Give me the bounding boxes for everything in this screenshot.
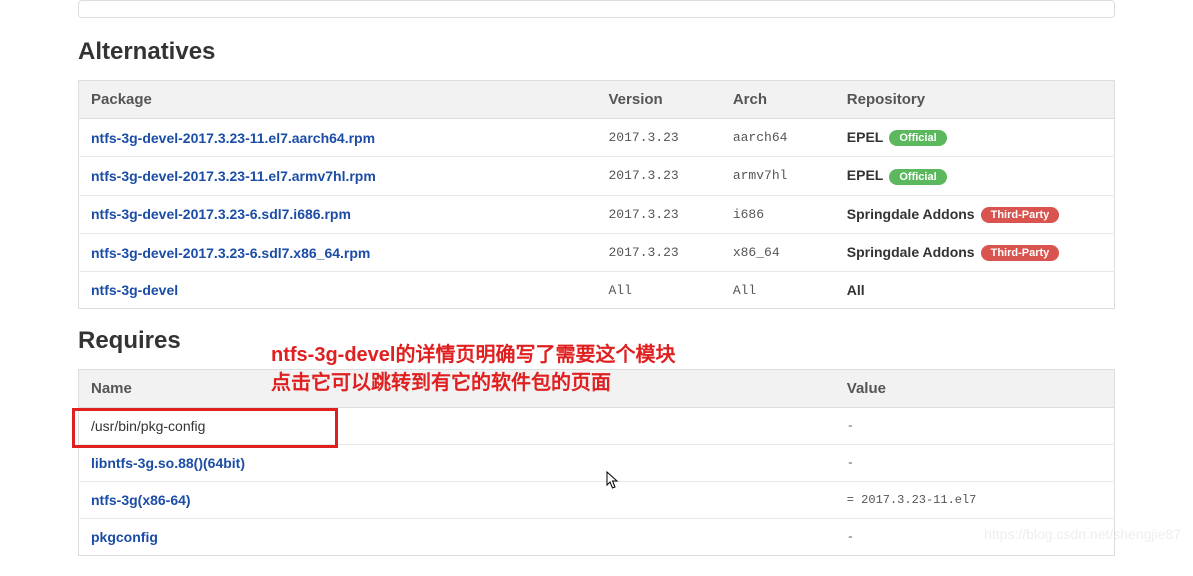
repository-name: Springdale Addons — [847, 206, 975, 222]
package-link[interactable]: ntfs-3g-devel-2017.3.23-6.sdl7.x86_64.rp… — [91, 245, 370, 261]
col-value-header: Value — [835, 370, 1115, 408]
col-version-header: Version — [597, 81, 721, 119]
repository-name: All — [847, 282, 865, 298]
table-row: ntfs-3g-devel-2017.3.23-6.sdl7.i686.rpm 2… — [79, 195, 1115, 233]
requires-table: Name Value /usr/bin/pkg-config-libntfs-3… — [78, 369, 1115, 556]
arch-cell: aarch64 — [721, 119, 835, 157]
table-row: ntfs-3g-devel-2017.3.23-11.el7.aarch64.r… — [79, 119, 1115, 157]
value-cell: - — [835, 408, 1115, 445]
repository-cell: All — [835, 272, 1115, 309]
repository-name: EPEL — [847, 129, 884, 145]
version-cell: 2017.3.23 — [597, 119, 721, 157]
col-arch-header: Arch — [721, 81, 835, 119]
table-row: ntfs-3g-devel-2017.3.23-6.sdl7.x86_64.rp… — [79, 233, 1115, 271]
version-cell: All — [597, 272, 721, 309]
requires-annotation-wrap: ntfs-3g-devel的详情页明确写了需要这个模块 点击它可以跳转到有它的软… — [78, 369, 1115, 556]
value-cell: - — [835, 445, 1115, 482]
name-cell: libntfs-3g.so.88()(64bit) — [79, 445, 835, 482]
package-link[interactable]: ntfs-3g-devel-2017.3.23-11.el7.aarch64.r… — [91, 130, 375, 146]
table-row: pkgconfig - — [79, 519, 1115, 556]
requires-link[interactable]: libntfs-3g.so.88()(64bit) — [91, 455, 245, 471]
annotation-line2: 点击它可以跳转到有它的软件包的页面 — [271, 372, 611, 394]
arch-cell: x86_64 — [721, 233, 835, 271]
requires-link[interactable]: pkgconfig — [91, 529, 158, 545]
top-strip — [78, 0, 1115, 18]
version-cell: 2017.3.23 — [597, 195, 721, 233]
repository-cell: EPEL Official — [835, 157, 1115, 195]
official-badge: Official — [889, 130, 946, 146]
repository-cell: EPEL Official — [835, 119, 1115, 157]
repository-name: Springdale Addons — [847, 244, 975, 260]
col-repository-header: Repository — [835, 81, 1115, 119]
table-row: ntfs-3g-develAllAllAll — [79, 272, 1115, 309]
repository-cell: Springdale Addons Third-Party — [835, 195, 1115, 233]
package-link[interactable]: ntfs-3g-devel-2017.3.23-11.el7.armv7hl.r… — [91, 168, 376, 184]
arch-cell: i686 — [721, 195, 835, 233]
arch-cell: armv7hl — [721, 157, 835, 195]
version-cell: 2017.3.23 — [597, 157, 721, 195]
table-row: libntfs-3g.so.88()(64bit) - — [79, 445, 1115, 482]
name-cell: /usr/bin/pkg-config — [79, 408, 835, 445]
repository-cell: Springdale Addons Third-Party — [835, 233, 1115, 271]
name-cell: ntfs-3g(x86-64) — [79, 482, 835, 519]
col-package-header: Package — [79, 81, 597, 119]
table-row: ntfs-3g(x86-64) = 2017.3.23-11.el7 — [79, 482, 1115, 519]
package-link[interactable]: ntfs-3g-devel-2017.3.23-6.sdl7.i686.rpm — [91, 206, 351, 222]
page-container: Alternatives Package Version Arch Reposi… — [0, 0, 1193, 576]
annotation-line1: ntfs-3g-devel的详情页明确写了需要这个模块 — [271, 344, 675, 366]
alternatives-header-row: Package Version Arch Repository — [79, 81, 1115, 119]
table-row: ntfs-3g-devel-2017.3.23-11.el7.armv7hl.r… — [79, 157, 1115, 195]
value-cell: = 2017.3.23-11.el7 — [835, 482, 1115, 519]
package-link[interactable]: ntfs-3g-devel — [91, 282, 178, 298]
alternatives-table: Package Version Arch Repository ntfs-3g-… — [78, 80, 1115, 309]
official-badge: Official — [889, 169, 946, 185]
arch-cell: All — [721, 272, 835, 309]
alternatives-heading: Alternatives — [78, 38, 1115, 66]
requires-link[interactable]: ntfs-3g(x86-64) — [91, 492, 191, 508]
table-row: /usr/bin/pkg-config- — [79, 408, 1115, 445]
name-cell: pkgconfig — [79, 519, 835, 556]
value-cell: - — [835, 519, 1115, 556]
version-cell: 2017.3.23 — [597, 233, 721, 271]
third-party-badge: Third-Party — [981, 207, 1060, 223]
third-party-badge: Third-Party — [981, 245, 1060, 261]
repository-name: EPEL — [847, 167, 884, 183]
annotation-text: ntfs-3g-devel的详情页明确写了需要这个模块 点击它可以跳转到有它的软… — [271, 341, 675, 397]
